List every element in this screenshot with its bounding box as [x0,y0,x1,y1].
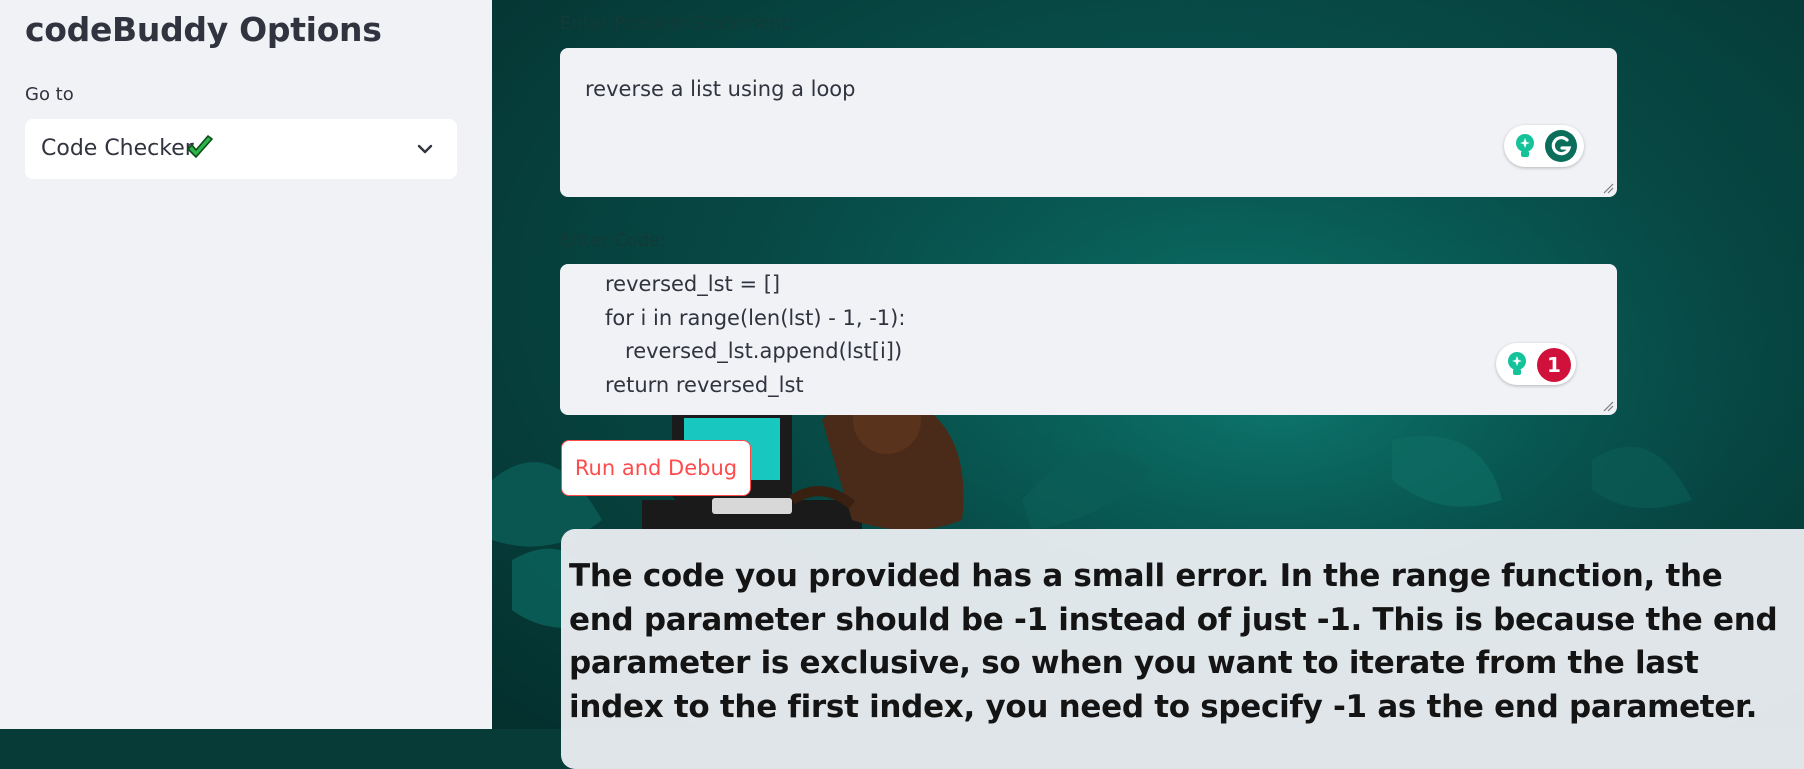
chevron-down-icon[interactable] [415,139,435,159]
problem-statement-label: Enter Problem Statement: [560,13,795,34]
result-text: The code you provided has a small error.… [569,558,1778,725]
grammarly-icon[interactable] [1544,129,1578,163]
lightbulb-icon[interactable] [1502,349,1532,379]
grammarly-widget[interactable] [1504,125,1584,167]
code-line: reversed_lst.append(lst[i]) [605,339,903,363]
sidebar: codeBuddy Options Go to Code Checker [0,0,492,729]
code-textarea[interactable]: reversed_lst = [] for i in range(len(lst… [560,264,1617,415]
grammarly-issue-count-badge[interactable]: 1 [1537,348,1571,382]
sidebar-title: codeBuddy Options [25,10,382,49]
code-line: reversed_lst = [] [605,272,781,296]
page-select[interactable]: Code Checker [25,119,457,179]
page-select-value: Code Checker [41,136,194,161]
problem-statement-value: reverse a list using a loop [585,77,856,101]
goto-label: Go to [25,84,74,105]
run-and-debug-button[interactable]: Run and Debug [561,440,751,496]
resize-handle-icon[interactable] [1602,400,1614,412]
grammarly-widget[interactable]: 1 [1496,343,1576,385]
lightbulb-icon[interactable] [1510,131,1540,161]
resize-handle-icon[interactable] [1602,182,1614,194]
code-label: Enter Code: [560,230,667,251]
code-line: return reversed_lst [605,373,804,397]
check-mark-icon [187,135,213,158]
code-line: for i in range(len(lst) - 1, -1): [605,306,906,330]
result-panel: The code you provided has a small error.… [561,529,1804,769]
problem-statement-textarea[interactable]: reverse a list using a loop [560,48,1617,197]
